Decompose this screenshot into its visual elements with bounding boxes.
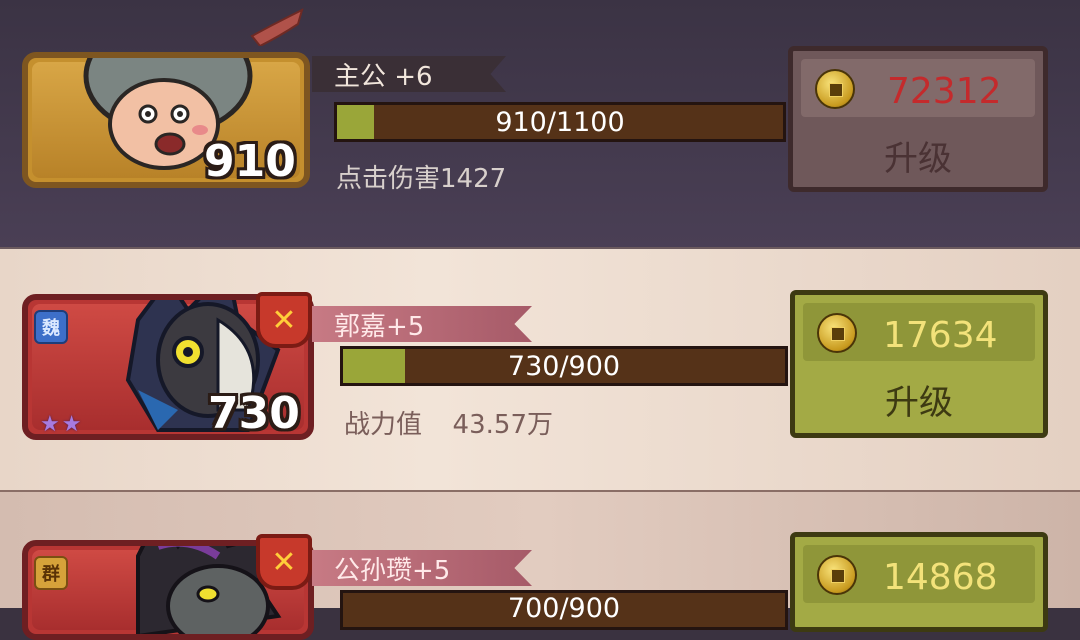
tassel-icon (250, 8, 304, 46)
crossed-swords-icon: ✕ (271, 302, 297, 338)
progress-text: 730/900 (507, 350, 621, 382)
hero-progress-bar: 700/900 (340, 590, 788, 630)
stat-label: 战力值 (344, 410, 423, 440)
hero-portrait-frame[interactable]: 910 (22, 52, 310, 188)
copper-coin-icon (815, 69, 855, 109)
hero-name: 主公 +6 (334, 61, 433, 92)
star-icon: ★ (40, 412, 60, 437)
stat-value: 43.57万 (452, 410, 553, 440)
star-icon: ★ (61, 412, 82, 437)
hero-name-banner: 郭嘉+5 (312, 306, 532, 342)
hero-name-banner: 公孙瓒+5 (312, 550, 532, 586)
progress-text: 700/900 (507, 592, 621, 624)
progress-text: 910/1100 (495, 106, 625, 138)
hero-stars: ★ ★ (40, 412, 81, 437)
hero-name: 郭嘉+5 (334, 311, 425, 342)
upgrade-button[interactable]: 17634 升级 (790, 290, 1048, 438)
hero-progress-bar: 730/900 (340, 346, 788, 386)
cost-amount: 72312 (887, 71, 1002, 112)
upgrade-label: 升级 (885, 383, 953, 423)
upgrade-label: 升级 (884, 139, 952, 179)
hero-level: 730 (208, 388, 300, 439)
faction-badge: 群 (34, 556, 68, 590)
hero-name: 公孙瓒+5 (334, 555, 451, 586)
class-badge: ✕ (256, 534, 312, 590)
hero-progress-bar: 910/1100 (334, 102, 786, 142)
cost-amount: 14868 (883, 557, 998, 598)
upgrade-button[interactable]: 14868 (790, 532, 1048, 632)
upgrade-cost: 17634 (803, 303, 1035, 361)
hero-stat: 点击伤害1427 (336, 164, 507, 194)
upgrade-button[interactable]: 72312 升级 (788, 46, 1048, 192)
upgrade-cost: 72312 (801, 59, 1035, 117)
copper-coin-icon (817, 555, 857, 595)
crossed-swords-icon: ✕ (271, 544, 297, 580)
cost-amount: 17634 (883, 315, 998, 356)
class-badge: ✕ (256, 292, 312, 348)
hero-level: 910 (204, 136, 296, 187)
hero-name-banner: 主公 +6 (312, 56, 506, 92)
hero-stat: 战力值 43.57万 (344, 404, 553, 441)
upgrade-cost: 14868 (803, 545, 1035, 603)
hero-row-lord: 910 主公 +6 910/1100 点击伤害1427 72312 升级 (0, 0, 1080, 247)
faction-badge: 魏 (34, 310, 68, 344)
copper-coin-icon (817, 313, 857, 353)
